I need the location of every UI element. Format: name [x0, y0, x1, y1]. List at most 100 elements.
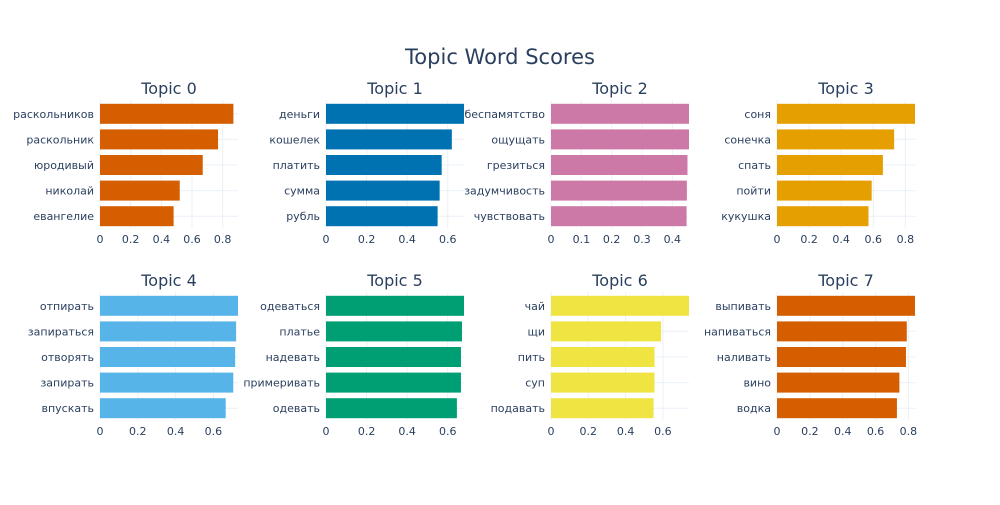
- chart-title: Topic Word Scores: [404, 45, 595, 69]
- category-label: спать: [738, 159, 771, 172]
- x-tick-label: 0.4: [834, 425, 852, 438]
- x-tick-label: 0.4: [617, 425, 635, 438]
- category-label: чай: [525, 300, 545, 313]
- category-label: пить: [518, 351, 545, 364]
- category-label: раскольник: [26, 133, 94, 146]
- subplot-topic-2: Topic 2 0 0.1 0.2 0.3 0.4 беспамятство ощущать г…: [464, 79, 689, 246]
- bar: [326, 295, 464, 316]
- category-label: напиваться: [704, 325, 771, 338]
- x-tick-label: 0.8: [897, 233, 915, 246]
- category-label: сонечка: [724, 133, 771, 146]
- x-tick-label: 0.6: [183, 233, 201, 246]
- category-label: надевать: [266, 351, 320, 364]
- bar: [100, 180, 180, 201]
- bar: [777, 180, 872, 201]
- x-tick-label: 0.3: [633, 233, 651, 246]
- x-tick-label: 0: [323, 233, 330, 246]
- x-tick-label: 0: [774, 425, 781, 438]
- bar: [551, 103, 689, 124]
- bar: [777, 295, 915, 316]
- x-tick-label: 0.2: [580, 425, 598, 438]
- subplot-title: Topic 3: [817, 79, 874, 98]
- x-tick-label: 0.6: [205, 425, 223, 438]
- category-label: платье: [279, 325, 320, 338]
- subplot-title: Topic 0: [140, 79, 197, 98]
- bar: [551, 372, 655, 393]
- category-label: отпирать: [40, 300, 94, 313]
- category-label: отворять: [41, 351, 94, 364]
- category-label: кошелек: [269, 133, 320, 146]
- category-label: евангелие: [33, 210, 94, 223]
- x-tick-label: 0.4: [167, 425, 185, 438]
- category-label: щи: [527, 325, 545, 338]
- bar: [326, 347, 461, 367]
- bar: [100, 295, 238, 316]
- category-label: чувствовать: [474, 210, 545, 223]
- category-label: впускать: [41, 402, 94, 415]
- bar: [777, 155, 883, 175]
- x-tick-label: 0.2: [603, 233, 621, 246]
- x-tick-label: 0.6: [439, 233, 457, 246]
- bar: [326, 155, 442, 175]
- bar: [551, 398, 654, 419]
- subplot-title: Topic 2: [591, 79, 648, 98]
- x-tick-label: 0.6: [439, 425, 457, 438]
- category-label: вино: [743, 377, 771, 390]
- bar: [777, 321, 907, 342]
- category-label: николай: [45, 185, 94, 198]
- category-label: суп: [525, 377, 545, 390]
- bar: [100, 321, 237, 342]
- category-label: пойти: [736, 185, 771, 198]
- bar: [551, 129, 689, 150]
- bar: [551, 180, 687, 201]
- category-label: задумчивость: [464, 185, 545, 198]
- subplot-title: Topic 7: [817, 271, 874, 290]
- bar: [326, 103, 464, 124]
- bar: [777, 347, 906, 367]
- bar: [326, 180, 440, 201]
- category-label: платить: [273, 159, 320, 172]
- category-label: беспамятство: [464, 108, 545, 121]
- bar: [326, 372, 461, 393]
- category-label: кукушка: [721, 210, 771, 223]
- category-label: одеваться: [260, 300, 320, 313]
- x-tick-label: 0: [97, 425, 104, 438]
- subplot-topic-0: Topic 0 0 0.2 0.4 0.6 0.8 раскольников раскольн…: [13, 79, 238, 246]
- subplot-title: Topic 6: [591, 271, 648, 290]
- bar: [326, 321, 462, 342]
- bar: [100, 372, 234, 393]
- subplot-topic-3: Topic 3 0 0.2 0.4 0.6 0.8 соня сонечка спать пойт…: [721, 79, 915, 246]
- subplot-title: Topic 1: [366, 79, 423, 98]
- x-tick-label: 0: [548, 425, 555, 438]
- x-tick-label: 0.6: [654, 425, 672, 438]
- subplot-topic-4: Topic 4 0 0.2 0.4 0.6 отпирать запираться отвор…: [28, 271, 238, 438]
- bar: [777, 206, 869, 227]
- bar: [100, 206, 174, 227]
- bar: [551, 295, 689, 316]
- bar: [100, 155, 203, 175]
- category-label: примеривать: [243, 377, 320, 390]
- subplot-title: Topic 4: [140, 271, 197, 290]
- subplot-title: Topic 5: [366, 271, 423, 290]
- bar: [551, 206, 687, 227]
- x-tick-label: 0: [548, 233, 555, 246]
- x-tick-label: 0.2: [129, 425, 147, 438]
- category-label: ощущать: [491, 133, 545, 146]
- bar: [326, 398, 457, 419]
- subplot-topic-7: Topic 7 0 0.2 0.4 0.6 0.8 выпивать напиваться на…: [704, 271, 917, 438]
- category-label: деньги: [279, 108, 320, 121]
- category-label: грезиться: [487, 159, 545, 172]
- x-tick-label: 0.4: [664, 233, 682, 246]
- category-label: запираться: [28, 325, 94, 338]
- x-tick-label: 0.2: [358, 425, 376, 438]
- x-tick-label: 0: [97, 233, 104, 246]
- subplot-topic-1: Topic 1 0 0.2 0.4 0.6 деньги кошелек платить сум…: [269, 79, 464, 246]
- x-tick-label: 0.4: [398, 233, 416, 246]
- x-tick-label: 0.8: [214, 233, 232, 246]
- x-tick-label: 0.1: [573, 233, 591, 246]
- x-tick-label: 0.4: [832, 233, 850, 246]
- x-tick-label: 0.4: [398, 425, 416, 438]
- x-tick-label: 0.2: [800, 233, 818, 246]
- subplot-topic-5: Topic 5 0 0.2 0.4 0.6 одеваться платье надевать…: [243, 271, 464, 438]
- x-tick-label: 0.2: [801, 425, 819, 438]
